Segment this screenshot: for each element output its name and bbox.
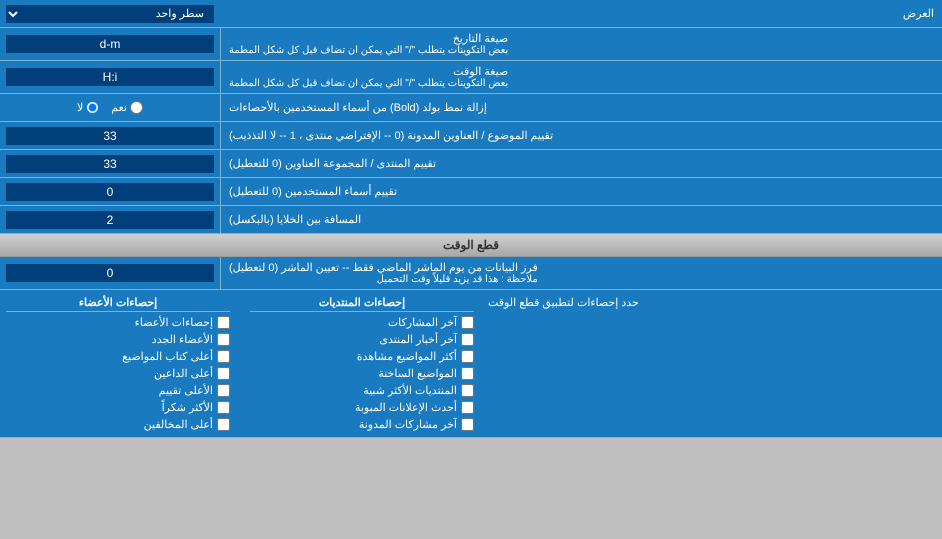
stats-item: الأكثر شكراً xyxy=(6,401,230,414)
topics-per-page-row: تقييم الموضوع / العناوين المدونة (0 -- ا… xyxy=(0,122,942,150)
radio-no[interactable] xyxy=(86,101,99,114)
time-format-label: صيغة الوقت بعض التكوينات يتطلب "/" التي … xyxy=(220,61,942,93)
checkbox-col1-1[interactable] xyxy=(461,333,474,346)
stats-col1: إحصاءات المنتديات آخر المشاركات آخر أخبا… xyxy=(250,296,474,431)
time-format-row: صيغة الوقت بعض التكوينات يتطلب "/" التي … xyxy=(0,61,942,94)
stats-item: إحصاءات الأعضاء xyxy=(6,316,230,329)
checkbox-col2-4[interactable] xyxy=(217,384,230,397)
radio-yes-label[interactable]: نعم xyxy=(111,101,143,114)
users-per-page-label: تقييم أسماء المستخدمين (0 للتعطيل) xyxy=(220,178,942,205)
date-format-label: صيغة التاريخ بعض التكوينات يتطلب "/" الت… xyxy=(220,28,942,60)
checkbox-col2-1[interactable] xyxy=(217,333,230,346)
checkbox-col1-0[interactable] xyxy=(461,316,474,329)
cut-time-row: فرز البيانات من يوم الماشر الماضي فقط --… xyxy=(0,257,942,290)
stats-item: أعلى المخالفين xyxy=(6,418,230,431)
checkbox-col1-5[interactable] xyxy=(461,401,474,414)
stats-item: أكثر المواضيع مشاهدة xyxy=(250,350,474,363)
display-select[interactable]: سطر واحد سطرين ثلاثة أسطر xyxy=(6,5,214,23)
time-format-input[interactable] xyxy=(6,68,214,86)
space-row-input[interactable] xyxy=(6,211,214,229)
stats-checkboxes: إحصاءات المنتديات آخر المشاركات آخر أخبا… xyxy=(0,290,480,437)
stats-item: المنتديات الأكثر شبية xyxy=(250,384,474,397)
stats-item: الأعلى تقييم xyxy=(6,384,230,397)
stats-col2-title: إحصاءات الأعضاء xyxy=(6,296,230,312)
cut-time-label: فرز البيانات من يوم الماشر الماضي فقط --… xyxy=(220,257,942,289)
cut-time-input-wrapper xyxy=(0,257,220,289)
top-row-label: العرض xyxy=(220,3,942,24)
forum-per-page-row: تقييم المنتدى / المجموعة العناوين (0 للت… xyxy=(0,150,942,178)
checkbox-col1-6[interactable] xyxy=(461,418,474,431)
stats-item: آخر أخبار المنتدى xyxy=(250,333,474,346)
space-row-input-wrapper xyxy=(0,206,220,233)
bold-row-label: إزالة نمط بولد (Bold) من أسماء المستخدمي… xyxy=(220,94,942,121)
top-row-select-wrapper: سطر واحد سطرين ثلاثة أسطر xyxy=(0,2,220,26)
stats-item: الأعضاء الجدد xyxy=(6,333,230,346)
stats-item: آخر مشاركات المدونة xyxy=(250,418,474,431)
forum-per-page-input-wrapper xyxy=(0,150,220,177)
stats-item: آخر المشاركات xyxy=(250,316,474,329)
checkbox-col1-2[interactable] xyxy=(461,350,474,363)
stats-section: حدد إحصاءات لتطبيق قطع الوقت إحصاءات الم… xyxy=(0,290,942,438)
time-format-input-wrapper xyxy=(0,61,220,93)
topics-per-page-input[interactable] xyxy=(6,127,214,145)
forum-per-page-input[interactable] xyxy=(6,155,214,173)
stats-col1-title: إحصاءات المنتديات xyxy=(250,296,474,312)
topics-per-page-input-wrapper xyxy=(0,122,220,149)
stats-item: المواضيع الساخنة xyxy=(250,367,474,380)
checkbox-col2-5[interactable] xyxy=(217,401,230,414)
bold-radio-wrapper: نعم لا xyxy=(0,94,220,121)
date-format-input-wrapper xyxy=(0,28,220,60)
radio-yes[interactable] xyxy=(130,101,143,114)
stats-item: أعلى كتاب المواضيع xyxy=(6,350,230,363)
checkbox-col2-2[interactable] xyxy=(217,350,230,363)
cut-time-input[interactable] xyxy=(6,264,214,282)
checkbox-col1-4[interactable] xyxy=(461,384,474,397)
date-format-row: صيغة التاريخ بعض التكوينات يتطلب "/" الت… xyxy=(0,28,942,61)
checkbox-col2-3[interactable] xyxy=(217,367,230,380)
forum-per-page-label: تقييم المنتدى / المجموعة العناوين (0 للت… xyxy=(220,150,942,177)
users-per-page-row: تقييم أسماء المستخدمين (0 للتعطيل) xyxy=(0,178,942,206)
top-row: العرض سطر واحد سطرين ثلاثة أسطر xyxy=(0,0,942,28)
checkbox-col2-6[interactable] xyxy=(217,418,230,431)
users-per-page-input-wrapper xyxy=(0,178,220,205)
radio-no-label[interactable]: لا xyxy=(77,101,99,114)
space-row: المسافة بين الخلايا (بالبكسل) xyxy=(0,206,942,234)
space-row-label: المسافة بين الخلايا (بالبكسل) xyxy=(220,206,942,233)
topics-per-page-label: تقييم الموضوع / العناوين المدونة (0 -- ا… xyxy=(220,122,942,149)
users-per-page-input[interactable] xyxy=(6,183,214,201)
date-format-input[interactable] xyxy=(6,35,214,53)
cut-time-header: قطع الوقت xyxy=(0,234,942,257)
stats-item: أعلى الداعين xyxy=(6,367,230,380)
checkbox-col1-3[interactable] xyxy=(461,367,474,380)
stats-label: حدد إحصاءات لتطبيق قطع الوقت xyxy=(480,290,942,437)
stats-col2: إحصاءات الأعضاء إحصاءات الأعضاء الأعضاء … xyxy=(6,296,230,431)
stats-item: أحدث الإعلانات المبوبة xyxy=(250,401,474,414)
bold-row: إزالة نمط بولد (Bold) من أسماء المستخدمي… xyxy=(0,94,942,122)
checkbox-col2-0[interactable] xyxy=(217,316,230,329)
